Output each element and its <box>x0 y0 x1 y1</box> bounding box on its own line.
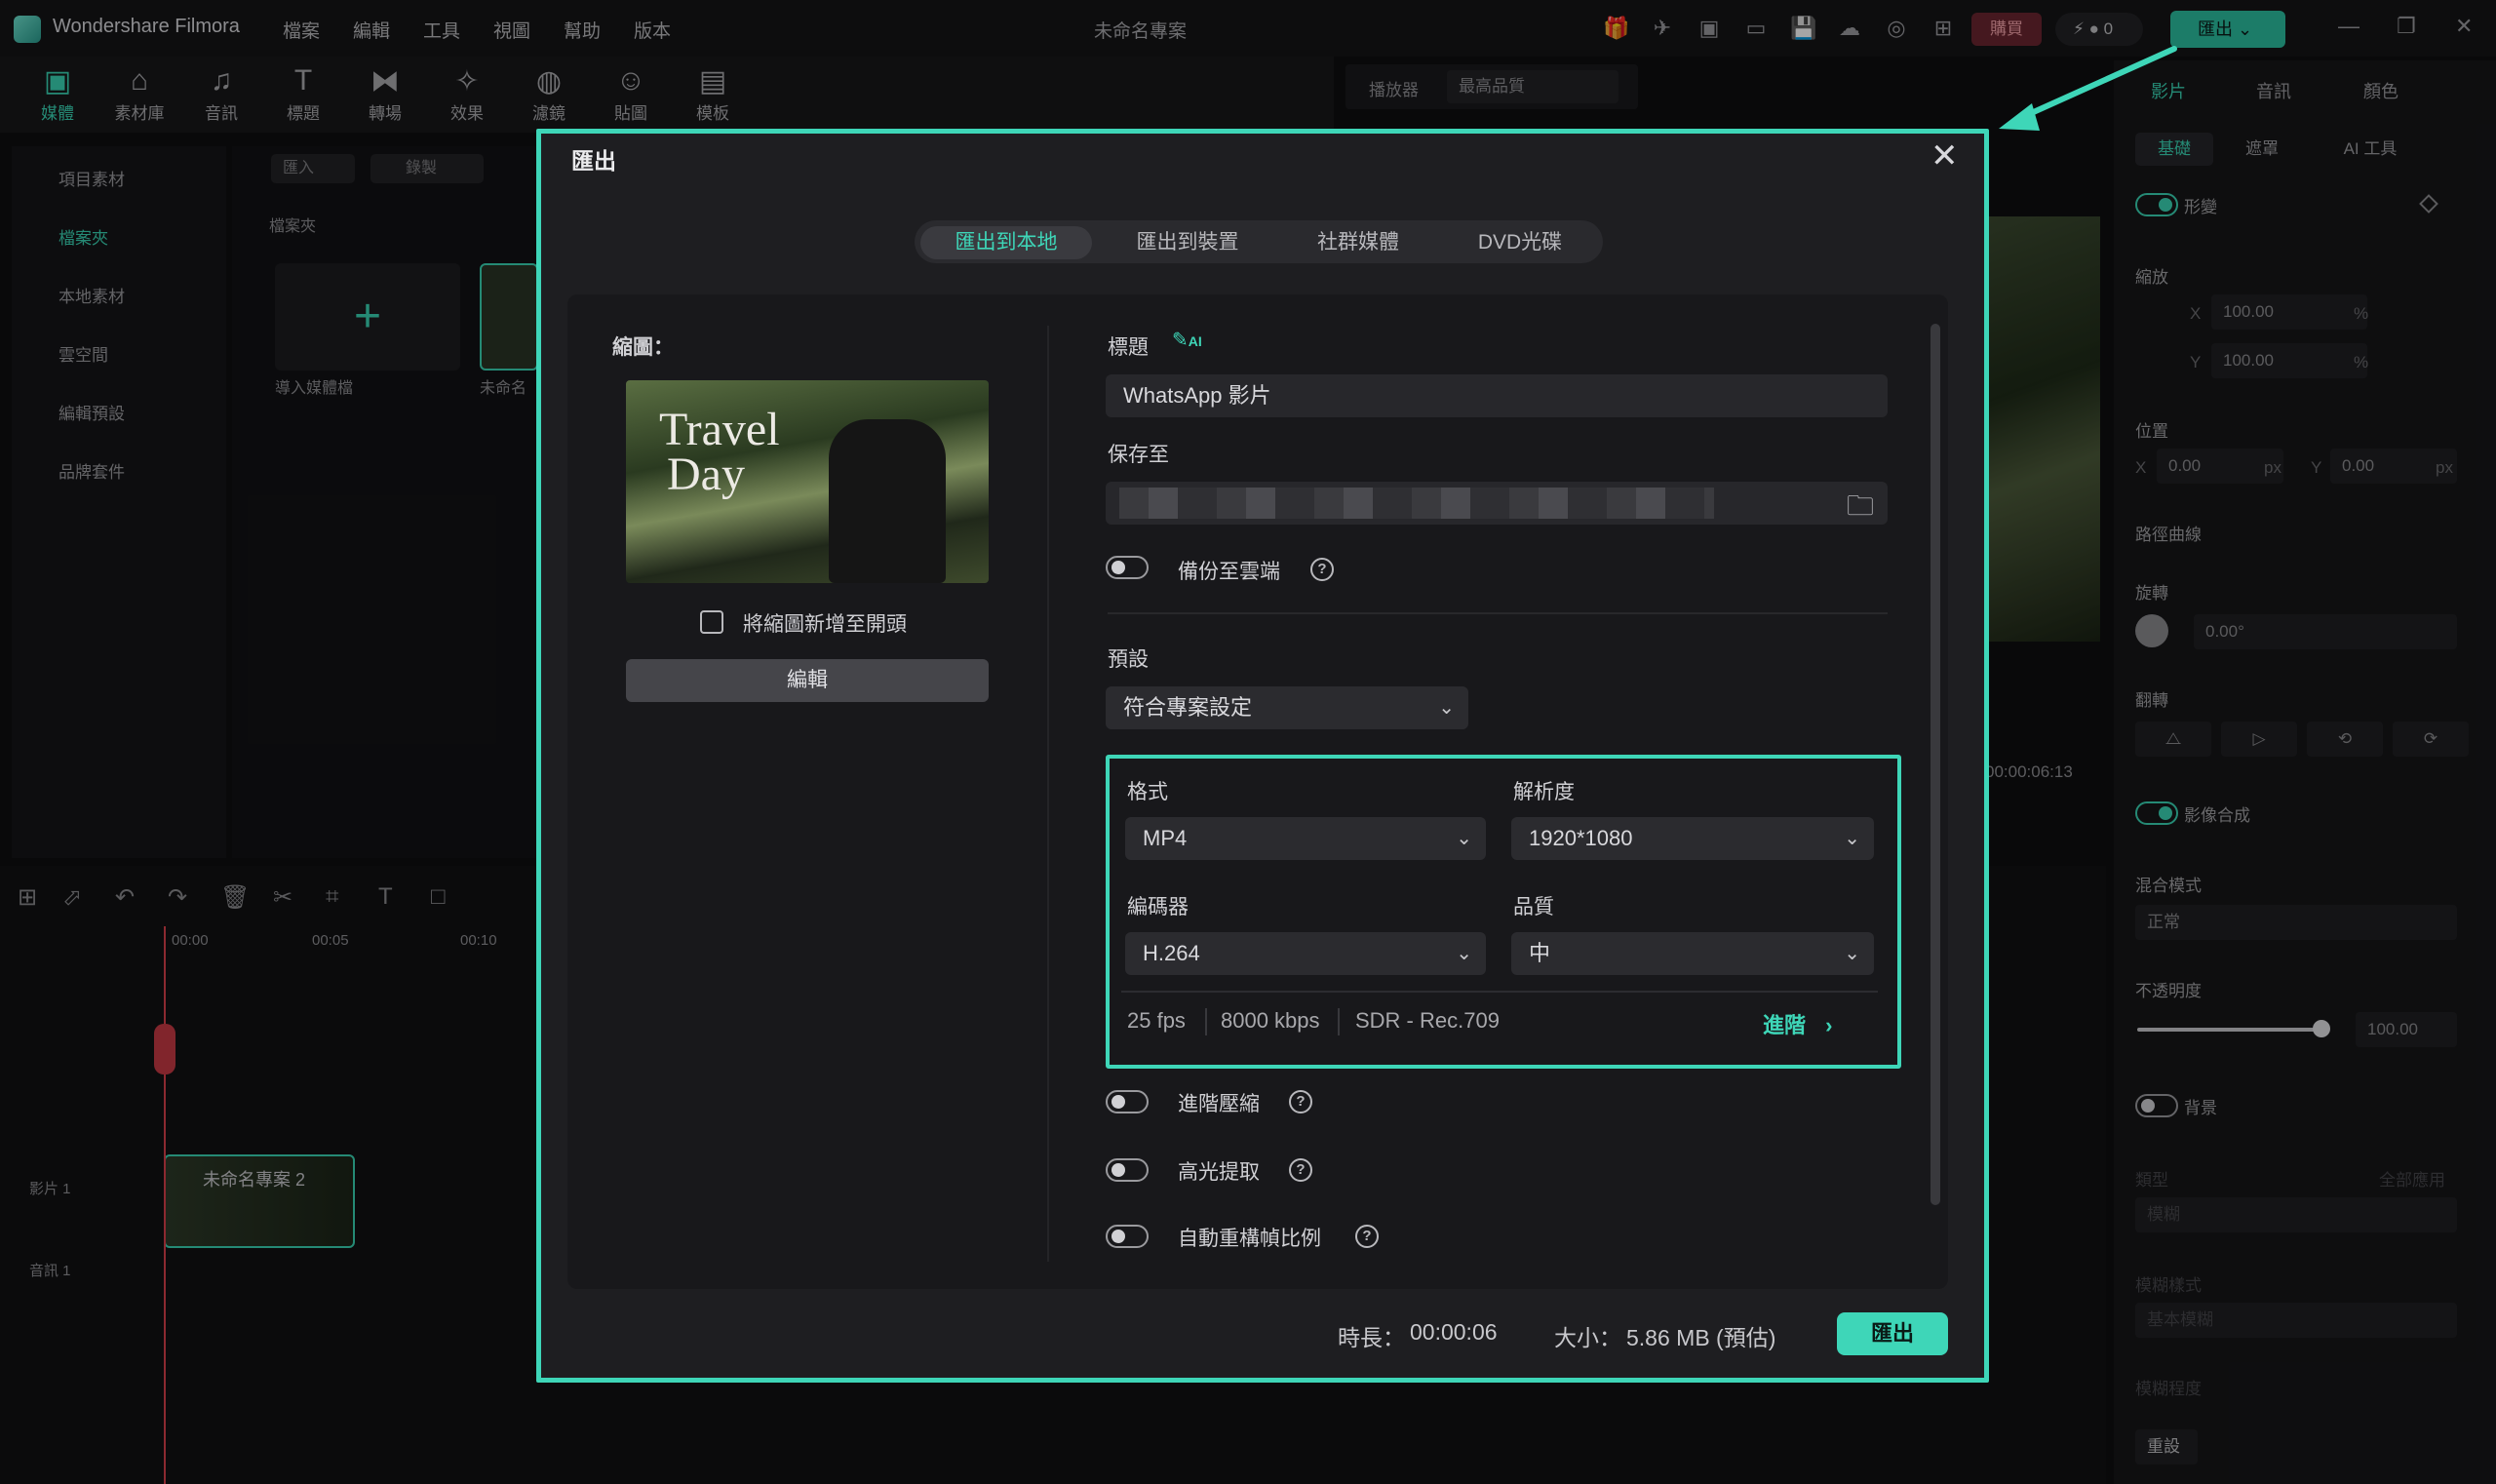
quality-value: 中 <box>1529 941 1551 965</box>
format-dropdown[interactable]: MP4 ⌄ <box>1125 817 1486 860</box>
duration-label: 時長： <box>1338 1325 1405 1350</box>
chevron-down-icon: ⌄ <box>1844 828 1860 849</box>
dialog-title: 匯出 <box>571 148 616 174</box>
save-to-label: 保存至 <box>1108 444 1169 466</box>
edit-thumbnail-button[interactable]: 編輯 <box>626 659 989 702</box>
advanced-compression-label: 進階壓縮 <box>1178 1093 1260 1115</box>
chevron-right-icon: › <box>1825 1013 1833 1037</box>
help-icon[interactable]: ? <box>1289 1158 1312 1182</box>
chevron-down-icon: ⌄ <box>1844 943 1860 964</box>
thumbnail-title-text: Travel Day <box>659 404 780 500</box>
help-icon[interactable]: ? <box>1289 1090 1312 1113</box>
preset-dropdown[interactable]: 符合專案設定 ⌄ <box>1106 686 1468 729</box>
quality-dropdown[interactable]: 中 ⌄ <box>1511 932 1874 975</box>
resolution-dropdown[interactable]: 1920*1080 ⌄ <box>1511 817 1874 860</box>
chevron-down-icon: ⌄ <box>1438 697 1455 719</box>
cloud-backup-label: 備份至雲端 <box>1178 561 1280 583</box>
bitrate-info: 8000 kbps <box>1221 1008 1320 1033</box>
advanced-label: 進階 <box>1763 1013 1807 1037</box>
resolution-label: 解析度 <box>1513 781 1575 803</box>
auto-reframe-toggle[interactable] <box>1106 1225 1149 1248</box>
encoder-dropdown[interactable]: H.264 ⌄ <box>1125 932 1486 975</box>
quality-label: 品質 <box>1513 896 1554 918</box>
thumb-line-1: Travel <box>659 404 780 455</box>
thumbnail-person <box>829 419 946 583</box>
duration-value: 00:00:06 <box>1410 1319 1498 1345</box>
preset-value: 符合專案設定 <box>1123 695 1253 720</box>
title-input[interactable]: WhatsApp 影片 <box>1106 374 1888 417</box>
advanced-compression-toggle[interactable] <box>1106 1090 1149 1113</box>
format-value: MP4 <box>1143 826 1188 850</box>
fps-info: 25 fps <box>1127 1008 1186 1033</box>
size-label: 大小： <box>1554 1325 1621 1350</box>
title-field-label: 標題 <box>1108 336 1149 359</box>
auto-reframe-label: 自動重構幀比例 <box>1178 1228 1321 1250</box>
encoder-value: H.264 <box>1143 941 1200 965</box>
save-path-blurred <box>1119 488 1714 519</box>
cloud-backup-toggle[interactable] <box>1106 556 1149 579</box>
tab-dvd[interactable]: DVD光碟 <box>1443 226 1597 259</box>
column-divider <box>1047 326 1049 1262</box>
highlight-extract-toggle[interactable] <box>1106 1158 1149 1182</box>
preset-label: 預設 <box>1108 648 1149 671</box>
chevron-down-icon: ⌄ <box>1456 828 1472 849</box>
highlight-arrow-icon <box>1999 46 2177 131</box>
chevron-down-icon: ⌄ <box>1456 943 1472 964</box>
add-thumbnail-checkbox[interactable] <box>700 610 723 634</box>
info-separator <box>1338 1008 1340 1035</box>
settings-divider <box>1121 991 1878 993</box>
format-label: 格式 <box>1127 781 1168 803</box>
advanced-settings-link[interactable]: 進階 › <box>1763 1008 1832 1039</box>
tab-export-device[interactable]: 匯出到裝置 <box>1102 226 1273 259</box>
add-thumbnail-label: 將縮圖新增至開頭 <box>743 613 907 636</box>
info-separator <box>1205 1008 1207 1035</box>
export-button[interactable]: 匯出 <box>1837 1312 1948 1355</box>
folder-icon[interactable]: 🗀 <box>1847 486 1874 532</box>
thumbnail-label: 縮圖： <box>612 336 674 359</box>
close-icon[interactable]: ✕ <box>1930 137 1959 176</box>
encoder-label: 編碼器 <box>1127 896 1189 918</box>
help-icon[interactable]: ? <box>1310 558 1334 581</box>
help-icon[interactable]: ? <box>1355 1225 1379 1248</box>
dialog-scrollbar[interactable] <box>1930 324 1940 1205</box>
thumb-line-2: Day <box>667 449 745 500</box>
tab-export-local[interactable]: 匯出到本地 <box>920 226 1092 259</box>
resolution-value: 1920*1080 <box>1529 826 1633 850</box>
ai-badge: AI <box>1188 333 1202 349</box>
section-divider <box>1108 612 1888 614</box>
tab-social-media[interactable]: 社群媒體 <box>1277 226 1439 259</box>
highlight-extract-label: 高光提取 <box>1178 1161 1260 1184</box>
ai-rename-icon[interactable]: ✎AI <box>1172 328 1202 352</box>
color-space-info: SDR - Rec.709 <box>1355 1008 1500 1033</box>
size-value: 5.86 MB (預估) <box>1626 1325 1776 1350</box>
